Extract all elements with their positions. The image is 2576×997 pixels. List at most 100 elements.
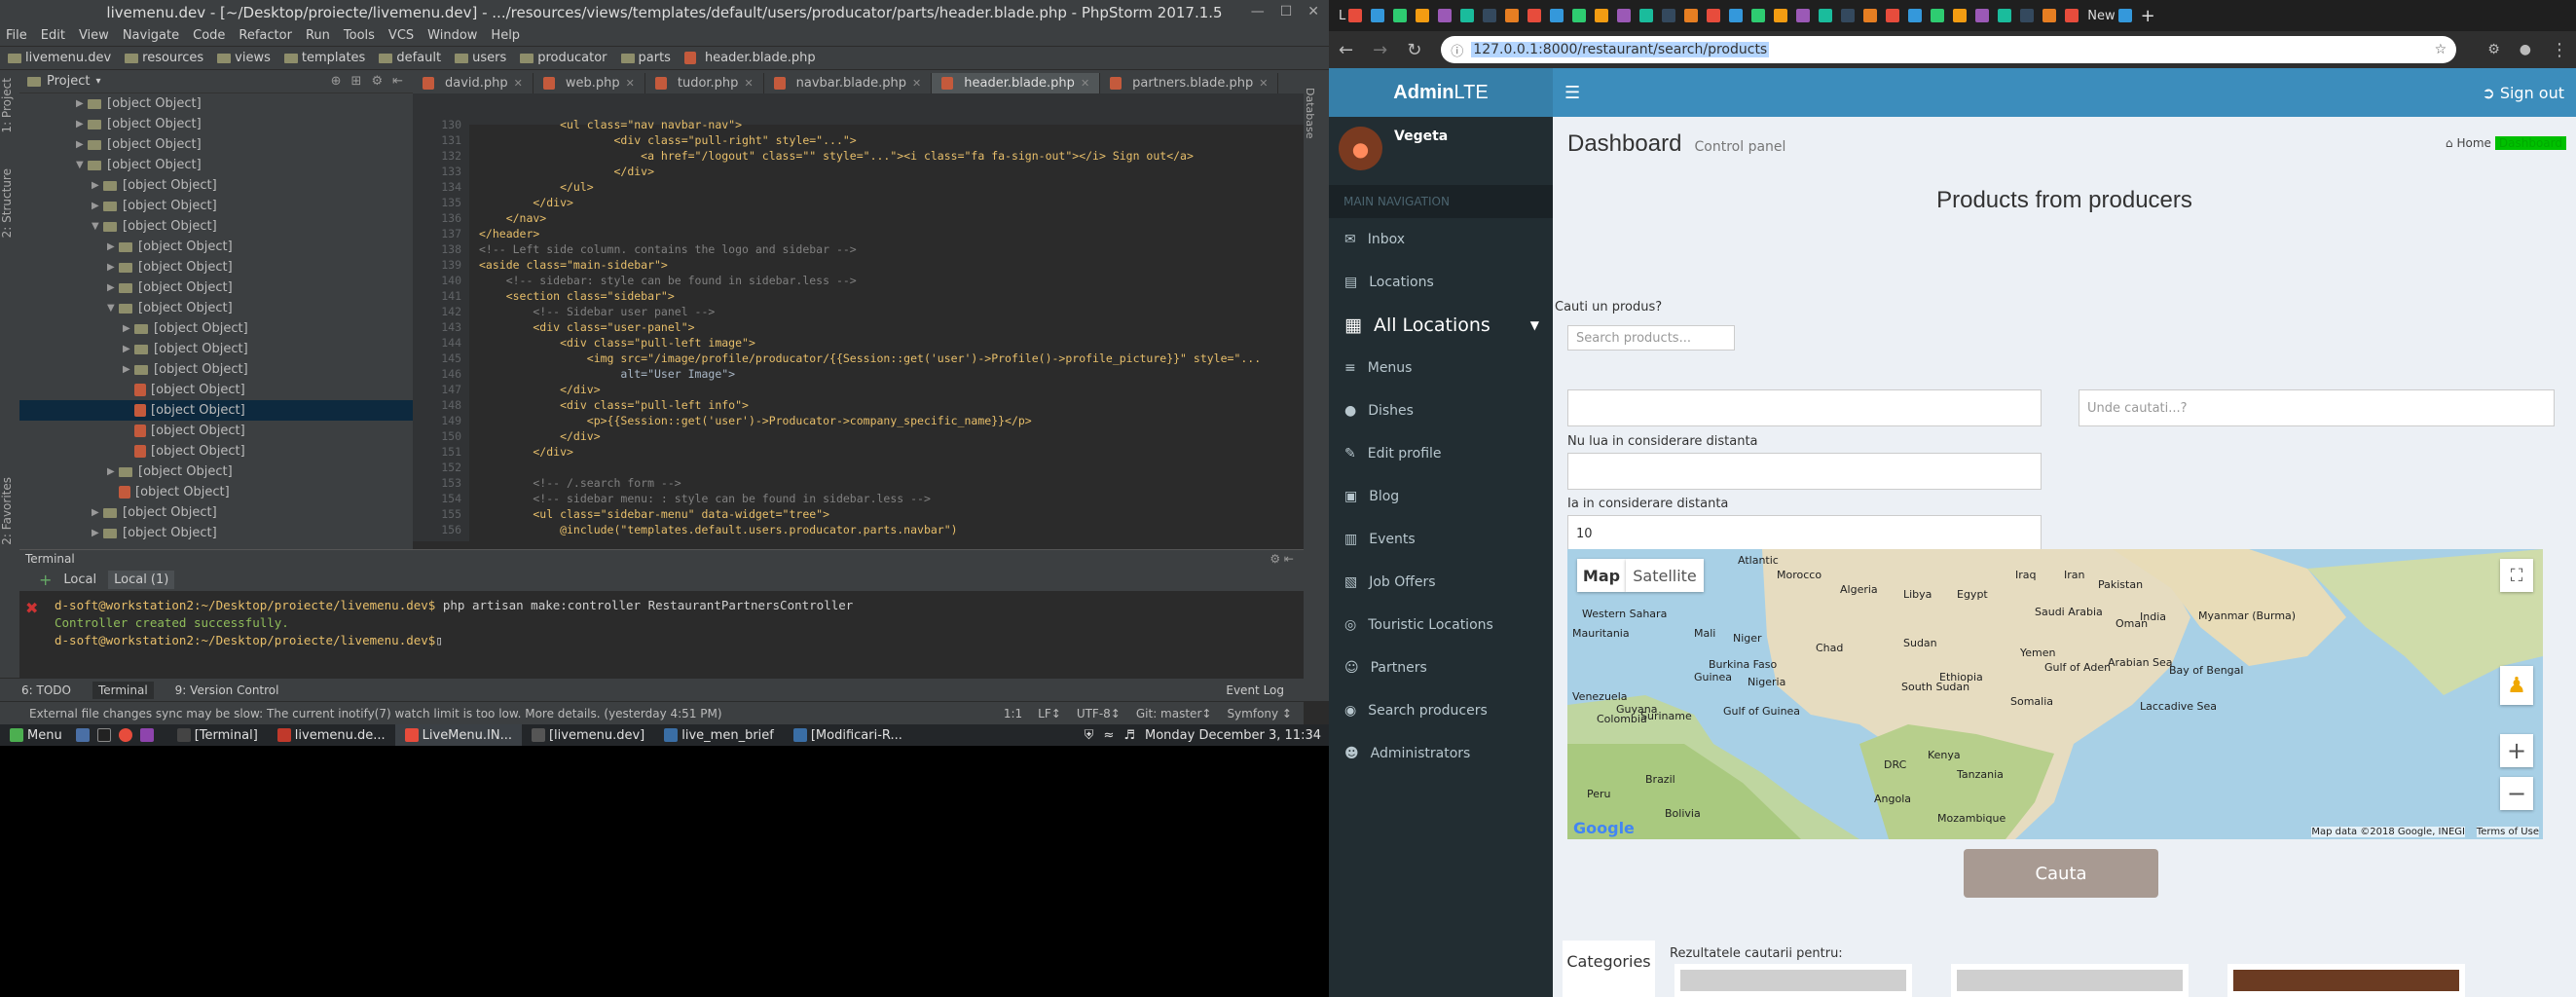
editor-tab[interactable]: web.php ✕ <box>534 73 645 93</box>
breadcrumb-home[interactable]: Home <box>2456 136 2490 150</box>
editor-tab[interactable]: header.blade.php ✕ <box>932 73 1101 93</box>
zoom-out-button[interactable]: − <box>2500 777 2533 810</box>
code-line[interactable]: </div> <box>479 164 1261 179</box>
chrome-menu-icon[interactable]: ⋮ <box>2551 40 2568 60</box>
browser-tab[interactable] <box>1416 9 1430 22</box>
forward-icon[interactable]: → <box>1373 40 1387 60</box>
code-line[interactable]: <a href="/logout" class="" style="..."><… <box>479 148 1261 164</box>
tree-file[interactable]: [object Object] <box>19 421 413 441</box>
sidebar-item-touristic-locations[interactable]: ◎ Touristic Locations <box>1329 604 1553 646</box>
browser-tab[interactable] <box>1483 9 1497 22</box>
chrome-icon[interactable] <box>118 728 132 742</box>
map-type-satellite-button[interactable]: Satellite <box>1626 559 1704 592</box>
browser-tab[interactable]: New <box>2087 9 2132 23</box>
code-line[interactable]: </ul> <box>479 179 1261 195</box>
tree-folder[interactable]: ▶ [object Object] <box>19 196 413 216</box>
phpstorm-icon[interactable] <box>139 728 154 742</box>
dropdown-icon[interactable]: ▾ <box>95 76 100 87</box>
tree-folder[interactable]: ▶ [object Object] <box>19 134 413 155</box>
browser-tab[interactable] <box>1639 9 1654 22</box>
browser-tab[interactable] <box>1908 9 1923 22</box>
code-line[interactable] <box>479 460 1261 475</box>
tree-folder[interactable]: ▶ [object Object] <box>19 114 413 134</box>
collapsed-arrow-icon[interactable]: ▶ <box>107 262 119 273</box>
dropdown-caret-icon[interactable]: ▼ <box>1530 318 1539 332</box>
tree-folder[interactable]: ▼ [object Object] <box>19 216 413 237</box>
collapsed-arrow-icon[interactable]: ▶ <box>107 241 119 252</box>
close-tab-icon[interactable]: ✕ <box>626 77 635 90</box>
collapsed-arrow-icon[interactable]: ▶ <box>92 507 103 518</box>
sidebar-item-search-producers[interactable]: ◉ Search producers <box>1329 689 1553 732</box>
sidebar-item-blog[interactable]: ▣ Blog <box>1329 475 1553 518</box>
code-line[interactable]: <aside class="main-sidebar"> <box>479 257 1261 273</box>
search-button[interactable]: Cauta <box>1964 849 2158 898</box>
browser-tab[interactable] <box>1595 9 1609 22</box>
collapsed-arrow-icon[interactable]: ▶ <box>123 323 134 334</box>
code-line[interactable]: <div class="pull-left info"> <box>479 397 1261 413</box>
code-line[interactable]: </header> <box>479 226 1261 241</box>
collapsed-arrow-icon[interactable]: ▶ <box>76 98 88 109</box>
code-line[interactable]: @include("templates.default.users.produc… <box>479 522 1261 537</box>
maximize-icon[interactable]: ☐ <box>1280 4 1293 19</box>
sidebar-toggle-icon[interactable]: ☰ <box>1564 83 1580 103</box>
browser-tab[interactable] <box>2065 9 2079 22</box>
code-line[interactable]: <!-- sidebar: style can be found in side… <box>479 273 1261 288</box>
browser-tab[interactable] <box>1550 9 1564 22</box>
status-item[interactable]: Symfony ↕ <box>1227 707 1292 720</box>
browser-tab[interactable] <box>1975 9 1990 22</box>
clock[interactable]: Monday December 3, 11:34 <box>1145 728 1321 743</box>
sidebar-item-dishes[interactable]: ● Dishes <box>1329 389 1553 432</box>
tree-file[interactable]: [object Object] <box>19 400 413 421</box>
browser-tab[interactable]: L <box>1339 9 1363 23</box>
browser-tab[interactable] <box>1393 9 1408 22</box>
files-icon[interactable] <box>75 728 90 742</box>
code-line[interactable]: </div> <box>479 444 1261 460</box>
browser-tab[interactable] <box>1841 9 1856 22</box>
code-line[interactable]: <!-- Left side column. contains the logo… <box>479 241 1261 257</box>
breadcrumb-item[interactable]: producator <box>520 51 607 65</box>
menu-item-navigate[interactable]: Navigate <box>123 28 179 43</box>
code-line[interactable]: </nav> <box>479 210 1261 226</box>
browser-tab[interactable] <box>1371 9 1385 22</box>
tree-folder[interactable]: ▶ [object Object] <box>19 257 413 277</box>
fullscreen-icon[interactable]: ⛶ <box>2500 559 2533 592</box>
code-line[interactable]: <div class="pull-left image"> <box>479 335 1261 351</box>
browser-tab[interactable] <box>1729 9 1744 22</box>
expanded-arrow-icon[interactable]: ▼ <box>107 303 119 314</box>
taskbar-window[interactable]: livemenu.de... <box>268 724 395 746</box>
terminal-tool-button[interactable]: Terminal <box>92 681 154 699</box>
breadcrumb-item[interactable]: header.blade.php <box>683 51 816 65</box>
code-line[interactable]: <div class="user-panel"> <box>479 319 1261 335</box>
menu-item-edit[interactable]: Edit <box>41 28 65 43</box>
map-type-map-button[interactable]: Map <box>1577 559 1626 592</box>
taskbar-window[interactable]: LiveMenu.IN... <box>394 724 522 746</box>
browser-tab[interactable] <box>1572 9 1587 22</box>
tree-folder[interactable]: ▶ [object Object] <box>19 523 413 543</box>
terminal-output[interactable]: d-soft@workstation2:~/Desktop/proiecte/l… <box>19 591 1304 649</box>
browser-tab[interactable] <box>1460 9 1475 22</box>
browser-tab[interactable] <box>1886 9 1900 22</box>
product-card[interactable] <box>1674 964 1912 997</box>
reload-icon[interactable]: ↻ <box>1407 40 1421 60</box>
browser-tab[interactable] <box>1617 9 1632 22</box>
collapsed-arrow-icon[interactable]: ▶ <box>107 282 119 293</box>
tab-local[interactable]: Local <box>63 572 96 587</box>
breadcrumb-item[interactable]: users <box>455 51 506 65</box>
expanded-arrow-icon[interactable]: ▼ <box>76 160 88 170</box>
expanded-arrow-icon[interactable]: ▼ <box>92 221 103 232</box>
address-bar[interactable]: ⓘ 127.0.0.1:8000/restaurant/search/produ… <box>1441 36 2457 63</box>
browser-tab[interactable] <box>1684 9 1699 22</box>
browser-tab[interactable] <box>2042 9 2057 22</box>
code-line[interactable]: </div> <box>479 382 1261 397</box>
browser-tab[interactable] <box>1819 9 1833 22</box>
bookmark-star-icon[interactable]: ☆ <box>2435 42 2447 57</box>
collapsed-arrow-icon[interactable]: ▶ <box>76 139 88 150</box>
taskbar-window[interactable]: [Modificari-R... <box>784 724 912 746</box>
zoom-in-button[interactable]: + <box>2500 734 2533 767</box>
tree-folder[interactable]: ▼ [object Object] <box>19 155 413 175</box>
map-terms-link[interactable]: Terms of Use <box>2476 827 2539 837</box>
new-session-icon[interactable]: + <box>39 571 52 589</box>
profile-icon[interactable]: ● <box>2520 42 2531 57</box>
close-tab-icon[interactable]: ✕ <box>514 77 523 90</box>
status-item[interactable]: 1:1 <box>1004 707 1022 720</box>
